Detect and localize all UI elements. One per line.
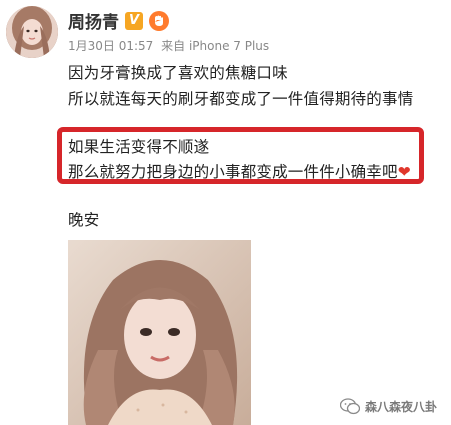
highlight-text: 那么就努力把身边的小事都变成一件件小确幸吧 — [68, 163, 398, 181]
vip-badge-icon: V — [125, 11, 143, 30]
post-photo-image — [68, 240, 251, 425]
user-header: 周扬青 V — [68, 8, 169, 33]
post-text-line-3: 晚安 — [68, 211, 100, 229]
watermark-label: 森八森夜八卦 — [365, 400, 438, 414]
post-text-line-2: 所以就连每天的刷牙都变成了一件值得期待的事情 — [68, 90, 414, 108]
wechat-icon — [340, 398, 360, 415]
heart-icon: ❤ — [397, 163, 411, 181]
post-photo[interactable] — [68, 240, 251, 425]
post-text-line-1: 因为牙膏换成了喜欢的焦糖口味 — [68, 64, 288, 82]
post-source: 来自 iPhone 7 Plus — [161, 39, 270, 53]
post-meta: 1月30日 01:57 来自 iPhone 7 Plus — [68, 37, 273, 54]
avatar[interactable] — [6, 6, 58, 58]
user-name[interactable]: 周扬青 — [68, 8, 119, 33]
post-text-highlight-2: 那么就努力把身边的小事都变成一件件小确幸吧❤ — [68, 160, 411, 182]
post-timestamp[interactable]: 1月30日 01:57 — [68, 39, 153, 53]
watermark: 森八森夜八卦 — [340, 398, 437, 415]
avatar-image — [6, 6, 58, 58]
level-badge-icon — [149, 10, 169, 31]
post-text-highlight-1: 如果生活变得不顺遂 — [68, 138, 210, 156]
